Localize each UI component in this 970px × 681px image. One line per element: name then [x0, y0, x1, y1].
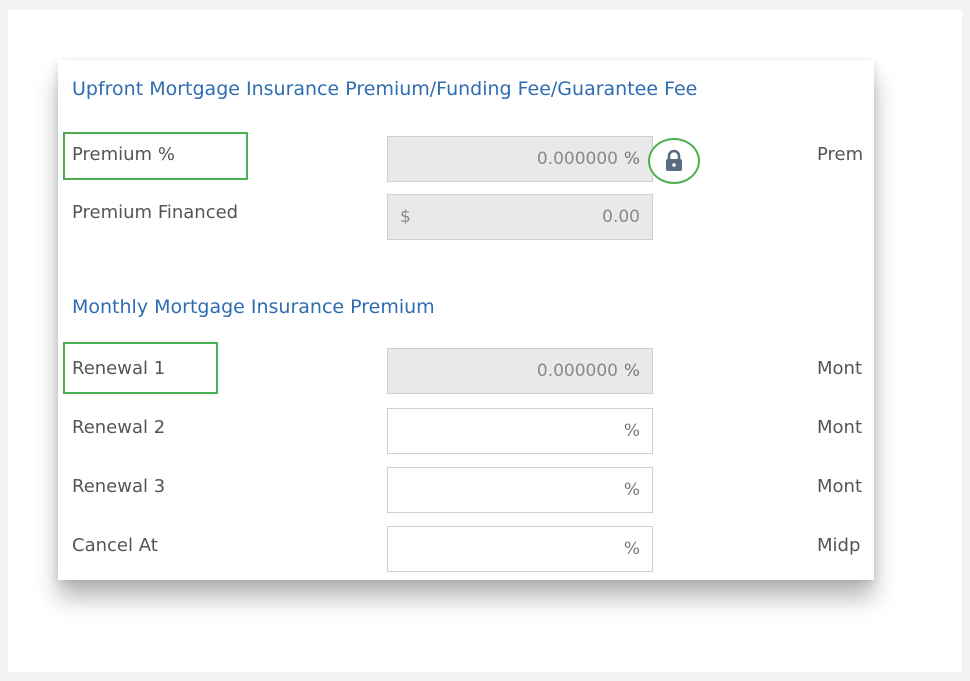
upfront-section-title: Upfront Mortgage Insurance Premium/Fundi… — [72, 78, 698, 100]
premium-financed-value: 0.00 — [602, 207, 640, 227]
dollar-prefix: $ — [400, 207, 411, 227]
renewal-1-label: Renewal 1 — [72, 358, 166, 379]
cancel-at-right-label: Midp — [817, 535, 861, 556]
renewal-1-field[interactable]: 0.000000 % — [387, 348, 653, 394]
renewal-2-right-label: Mont — [817, 417, 863, 438]
premium-financed-field[interactable]: $ 0.00 — [387, 194, 653, 240]
percent-suffix: % — [623, 539, 640, 559]
premium-pct-value: 0.000000 — [536, 149, 618, 169]
premium-right-label: Prem — [817, 144, 864, 165]
premium-lock-button[interactable] — [648, 138, 700, 184]
premium-pct-field[interactable]: 0.000000 % — [387, 136, 653, 182]
renewal-2-field[interactable]: % — [387, 408, 653, 454]
premium-financed-label: Premium Financed — [72, 202, 239, 223]
renewal-2-label: Renewal 2 — [72, 417, 166, 438]
mortgage-insurance-panel: Upfront Mortgage Insurance Premium/Fundi… — [58, 60, 874, 580]
percent-suffix: % — [623, 480, 640, 500]
renewal-3-right-label: Mont — [817, 476, 863, 497]
renewal-3-field[interactable]: % — [387, 467, 653, 513]
cancel-at-field[interactable]: % — [387, 526, 653, 572]
percent-suffix: % — [623, 149, 640, 169]
renewal-1-right-label: Mont — [817, 358, 863, 379]
percent-suffix: % — [623, 361, 640, 381]
cancel-at-label: Cancel At — [72, 535, 158, 556]
renewal-1-value: 0.000000 — [536, 361, 618, 381]
premium-pct-label: Premium % — [72, 144, 175, 165]
percent-suffix: % — [623, 421, 640, 441]
renewal-3-label: Renewal 3 — [72, 476, 166, 497]
lock-icon — [666, 149, 682, 171]
monthly-section-title: Monthly Mortgage Insurance Premium — [72, 296, 435, 318]
